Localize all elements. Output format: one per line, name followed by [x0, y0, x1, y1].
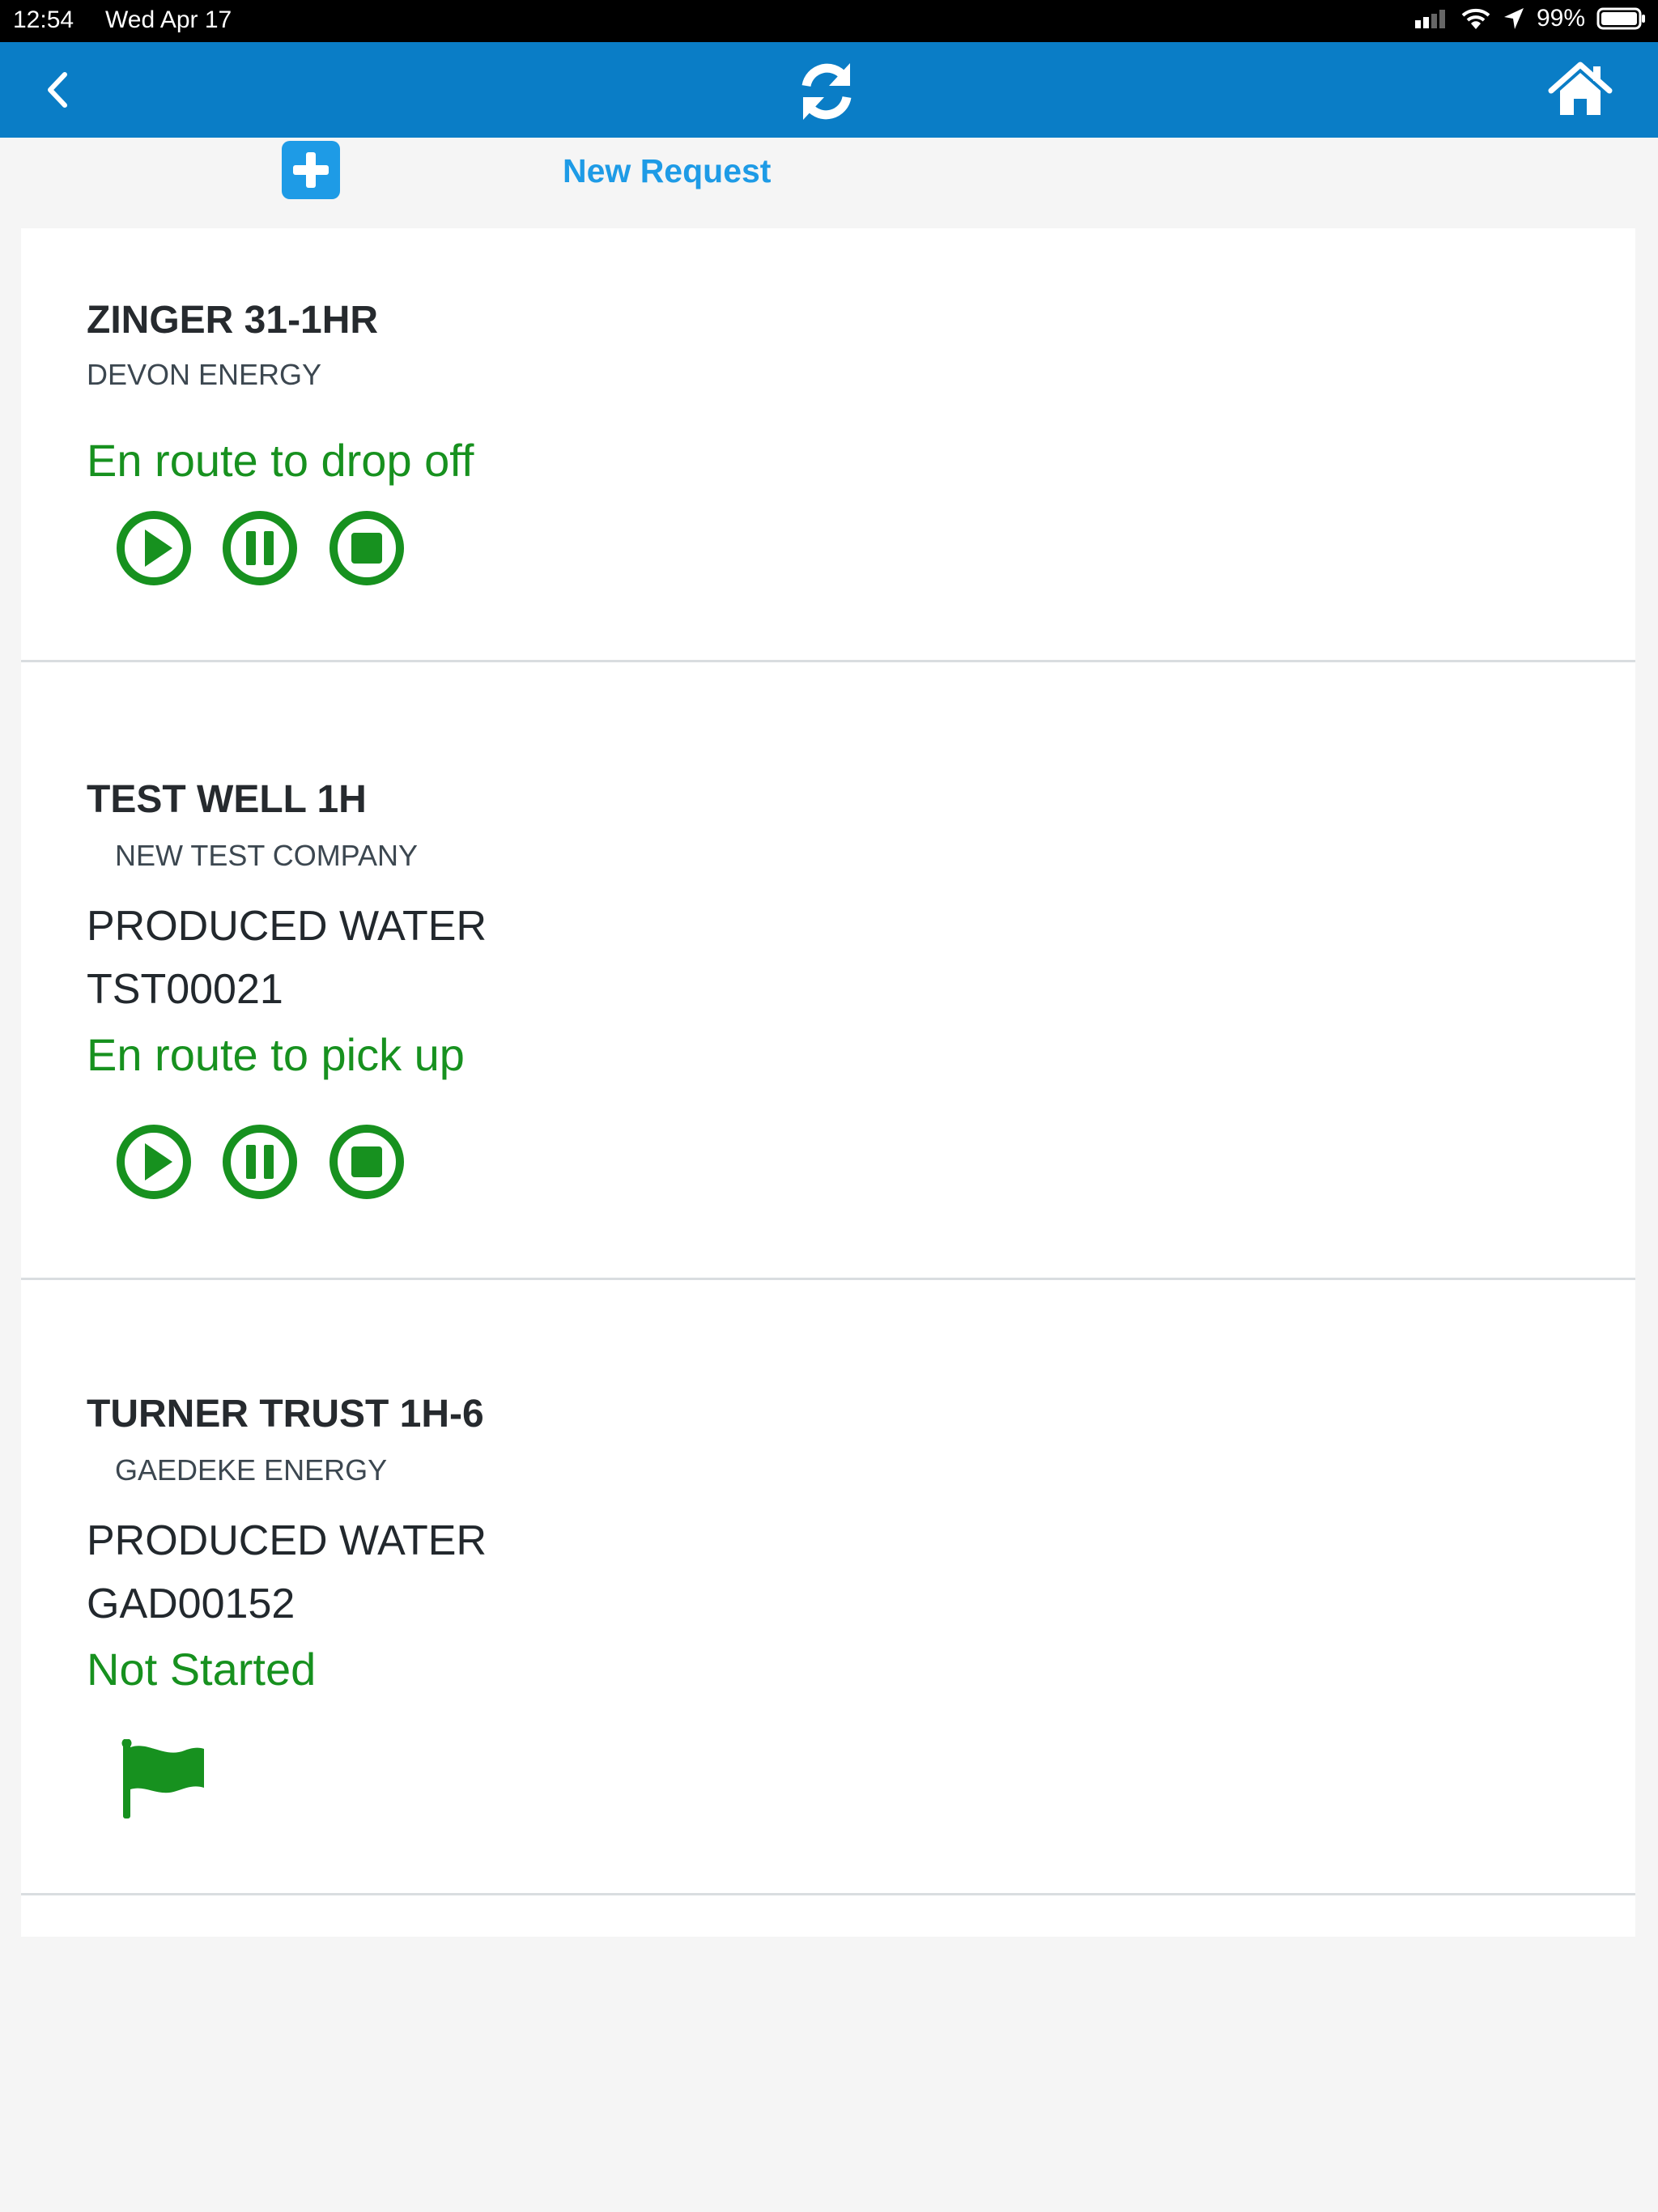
play-button[interactable] — [116, 510, 192, 586]
refresh-button[interactable] — [793, 58, 860, 125]
status-indicators: 99% — [1414, 5, 1647, 32]
refresh-icon — [801, 63, 852, 120]
pause-icon — [223, 1125, 297, 1199]
wifi-icon — [1461, 8, 1490, 29]
stop-icon — [329, 1125, 404, 1199]
job-company: DEVON ENERGY — [87, 358, 322, 391]
job-card[interactable]: TEST WELL 1H NEW TEST COMPANY PRODUCED W… — [21, 662, 1635, 1280]
flag-icon — [121, 1738, 204, 1819]
job-title: TURNER TRUST 1H-6 — [87, 1393, 484, 1436]
job-title: ZINGER 31-1HR — [87, 299, 379, 342]
play-icon — [117, 1125, 191, 1199]
signal-icon — [1414, 10, 1445, 28]
job-title: TEST WELL 1H — [87, 778, 367, 821]
stop-icon — [329, 511, 404, 585]
pause-button[interactable] — [222, 1124, 298, 1200]
pause-icon — [223, 511, 297, 585]
job-company: NEW TEST COMPANY — [115, 839, 419, 872]
job-ticket: TST00021 — [87, 966, 283, 1013]
add-request-button[interactable] — [282, 141, 340, 199]
job-status: En route to pick up — [87, 1029, 465, 1080]
job-product: PRODUCED WATER — [87, 1517, 487, 1564]
stop-button[interactable] — [329, 1124, 405, 1200]
job-company: GAEDEKE ENERGY — [115, 1453, 388, 1487]
new-request-bar: New Request — [0, 138, 1658, 227]
plus-square-icon — [293, 152, 329, 188]
home-icon — [1548, 62, 1613, 115]
job-product: PRODUCED WATER — [87, 903, 487, 950]
start-flag-button[interactable] — [120, 1738, 209, 1820]
job-list: ZINGER 31-1HR DEVON ENERGY En route to d… — [21, 228, 1635, 1937]
back-button[interactable] — [39, 70, 79, 110]
status-time: 12:54 — [13, 6, 74, 33]
job-card[interactable]: ZINGER 31-1HR DEVON ENERGY En route to d… — [21, 228, 1635, 662]
battery-percent: 99% — [1536, 5, 1585, 32]
job-ticket: GAD00152 — [87, 1580, 295, 1627]
job-status: En route to drop off — [87, 435, 474, 486]
new-request-link[interactable]: New Request — [563, 152, 771, 190]
nav-bar — [0, 42, 1658, 138]
status-bar: 12:54 Wed Apr 17 99% — [0, 0, 1658, 42]
play-icon — [117, 511, 191, 585]
pause-button[interactable] — [222, 510, 298, 586]
play-button[interactable] — [116, 1124, 192, 1200]
location-icon — [1503, 8, 1524, 29]
job-status: Not Started — [87, 1644, 317, 1695]
stop-button[interactable] — [329, 510, 405, 586]
home-button[interactable] — [1548, 60, 1613, 118]
battery-icon — [1596, 7, 1645, 30]
chevron-left-icon — [48, 72, 67, 108]
status-date: Wed Apr 17 — [105, 6, 232, 33]
job-card[interactable]: TURNER TRUST 1H-6 GAEDEKE ENERGY PRODUCE… — [21, 1280, 1635, 1895]
